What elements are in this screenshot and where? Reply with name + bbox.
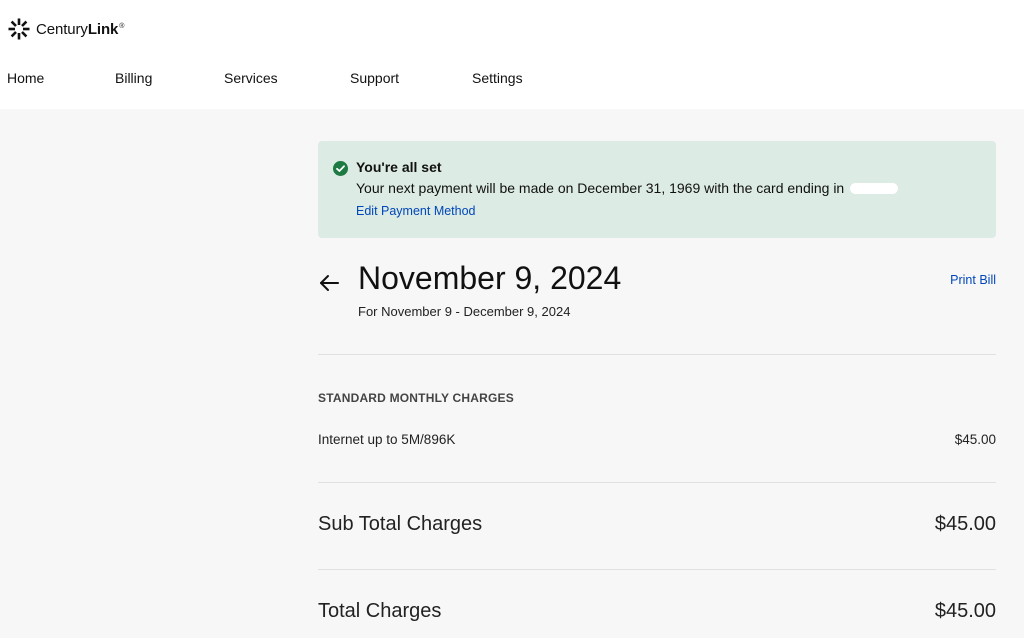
bill-period: For November 9 - December 9, 2024 bbox=[358, 304, 571, 319]
redacted-card-number bbox=[850, 183, 899, 194]
charge-item-label: Internet up to 5M/896K bbox=[318, 432, 456, 447]
subtotal-label: Sub Total Charges bbox=[318, 513, 483, 535]
print-bill-link[interactable]: Print Bill bbox=[950, 273, 996, 287]
check-circle-icon bbox=[333, 161, 348, 176]
brand-name: CenturyLink® bbox=[36, 20, 125, 38]
nav-billing[interactable]: Billing bbox=[115, 70, 152, 86]
centurylink-burst-icon bbox=[8, 18, 30, 40]
bill-date-title: November 9, 2024 bbox=[358, 260, 622, 296]
edit-payment-method-link[interactable]: Edit Payment Method bbox=[356, 204, 476, 218]
charge-item-amount: $45.00 bbox=[954, 432, 996, 447]
arrow-left-icon[interactable] bbox=[318, 272, 342, 294]
divider bbox=[318, 569, 996, 570]
nav-home[interactable]: Home bbox=[7, 70, 44, 86]
divider bbox=[318, 354, 996, 355]
nav-support[interactable]: Support bbox=[350, 70, 399, 86]
top-header: CenturyLink® Home Billing Services Suppo… bbox=[0, 0, 1024, 109]
centurylink-logo[interactable]: CenturyLink® bbox=[7, 17, 124, 41]
payment-confirmation-banner: You're all set Your next payment will be… bbox=[318, 141, 996, 238]
nav-services[interactable]: Services bbox=[224, 70, 278, 86]
banner-title: You're all set bbox=[356, 159, 442, 175]
nav-settings[interactable]: Settings bbox=[472, 70, 523, 86]
subtotal-amount: $45.00 bbox=[934, 513, 996, 535]
total-label: Total Charges bbox=[318, 600, 442, 622]
total-amount: $45.00 bbox=[934, 600, 996, 622]
banner-message: Your next payment will be made on Decemb… bbox=[356, 180, 899, 196]
divider bbox=[318, 482, 996, 483]
standard-monthly-charges-heading: STANDARD MONTHLY CHARGES bbox=[318, 391, 514, 405]
